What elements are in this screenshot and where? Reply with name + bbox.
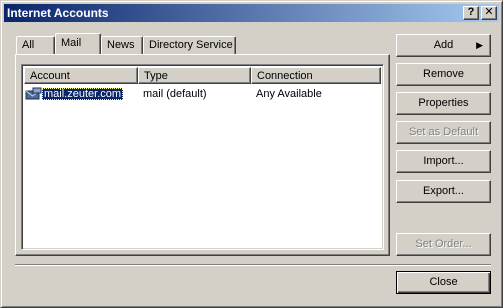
add-button-label: Add [433,39,454,51]
set-as-default-button[interactable]: Set as Default [396,121,491,144]
help-button[interactable]: ? [463,6,479,20]
account-connection-cell: Any Available [256,88,322,100]
mail-account-icon [25,87,42,100]
title-bar[interactable]: Internet Accounts ? ✕ [4,4,499,22]
tab-all[interactable]: All [16,36,55,54]
account-type-cell: mail (default) [143,88,207,100]
separator [15,264,491,266]
column-header-account[interactable]: Account [24,67,138,84]
close-button[interactable]: Close [396,271,491,294]
properties-button[interactable]: Properties [396,92,491,115]
remove-button[interactable]: Remove [396,63,491,86]
account-name-cell: mail.zeuter.com [42,87,124,102]
tab-mail[interactable]: Mail [55,33,101,54]
submenu-arrow-icon: ▶ [476,40,483,50]
export-button[interactable]: Export... [396,180,491,203]
column-header-type[interactable]: Type [138,67,251,84]
account-name: mail.zeuter.com [42,88,124,100]
tab-directory-service[interactable]: Directory Service [143,36,236,54]
tab-news[interactable]: News [101,36,143,54]
set-order-button[interactable]: Set Order... [396,233,491,256]
window-title: Internet Accounts [7,6,109,20]
close-window-button[interactable]: ✕ [481,6,497,20]
internet-accounts-dialog: Internet Accounts ? ✕ All Mail News Dire… [0,0,503,308]
import-button[interactable]: Import... [396,150,491,173]
accounts-list[interactable]: Account Type Connection mail.zeuter.com … [21,64,384,250]
add-button[interactable]: Add ▶ [396,34,491,57]
column-header-connection[interactable]: Connection [251,67,381,84]
